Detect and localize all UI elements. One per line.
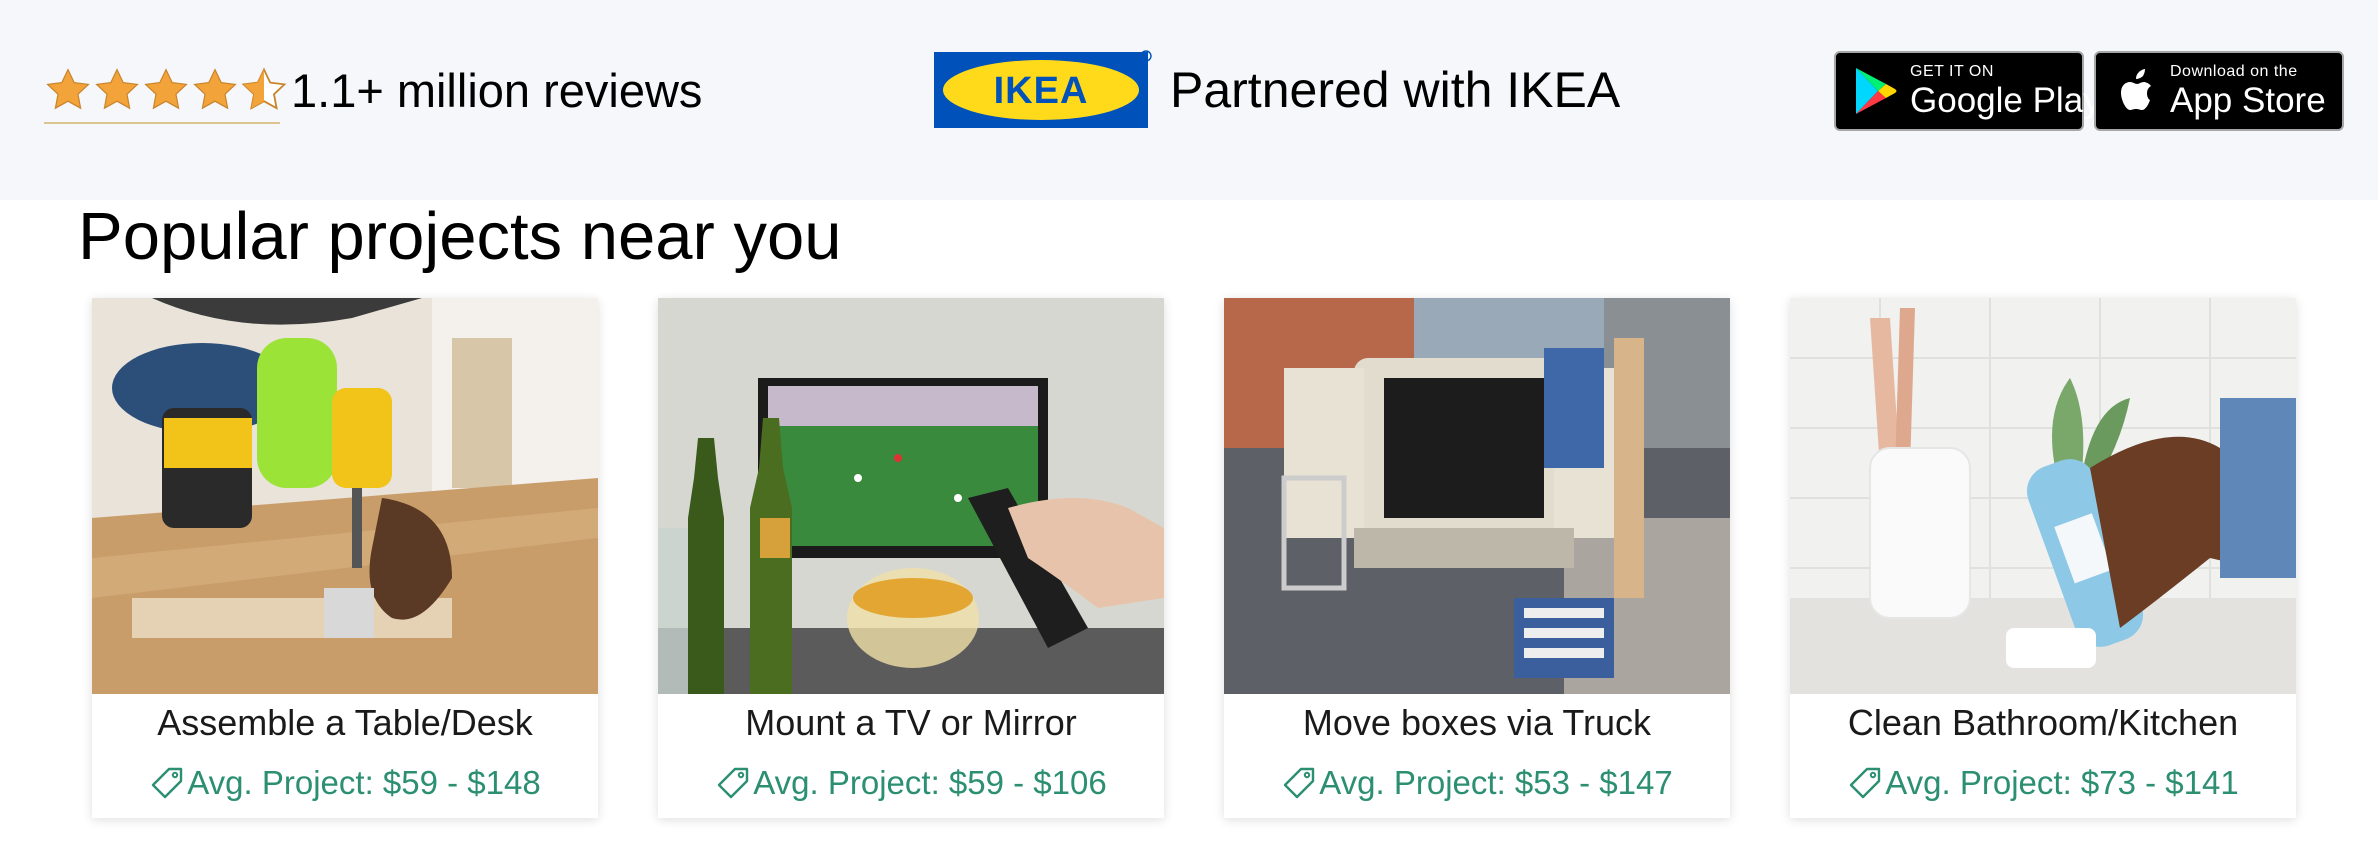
google-play-small-text: GET IT ON (1910, 63, 1994, 80)
project-price-text: Avg. Project: $73 - $141 (1885, 764, 2239, 801)
partner-text: Partnered with IKEA (1170, 62, 1621, 118)
project-price-text: Avg. Project: $53 - $147 (1319, 764, 1673, 801)
project-card-clean[interactable]: Clean Bathroom/Kitchen Avg. Project: $73… (1790, 298, 2296, 818)
project-title: Clean Bathroom/Kitchen (1847, 702, 2239, 743)
ikea-logo: IKEA R (934, 50, 1152, 128)
top-bar: 1.1+ million reviews IKEA R Partnered wi… (0, 0, 2378, 200)
star-icon (193, 68, 237, 110)
project-title: Move boxes via Truck (1302, 702, 1652, 743)
project-image-assemble (92, 298, 598, 694)
app-store-big-text: App Store (2170, 81, 2326, 120)
project-image-tv (658, 298, 1164, 694)
google-play-icon (1856, 68, 1897, 114)
project-price: Avg. Project: $59 - $148 (92, 764, 598, 802)
project-title: Mount a TV or Mirror (745, 702, 1077, 743)
project-card-tv[interactable]: Mount a TV or Mirror Avg. Project: $59 -… (658, 298, 1164, 818)
project-price: Avg. Project: $53 - $147 (1224, 764, 1730, 802)
star-icon (95, 68, 139, 110)
project-card-assemble[interactable]: Assemble a Table/Desk Avg. Project: $59 … (92, 298, 598, 818)
project-price-text: Avg. Project: $59 - $148 (187, 764, 541, 801)
app-store-small-text: Download on the (2170, 63, 2298, 80)
project-price-text: Avg. Project: $59 - $106 (753, 764, 1107, 801)
rating-text: 1.1+ million reviews (291, 63, 703, 117)
svg-text:R: R (1143, 54, 1148, 61)
star-rating (44, 66, 289, 124)
star-icon (46, 68, 90, 110)
half-star-icon (241, 67, 287, 110)
google-play-big-text: Google Play (1910, 81, 2101, 120)
price-tag-icon (1850, 767, 1881, 799)
project-title: Assemble a Table/Desk (157, 702, 533, 743)
project-image-truck (1224, 298, 1730, 694)
project-price: Avg. Project: $73 - $141 (1790, 764, 2296, 802)
section-title: Popular projects near you (78, 199, 842, 274)
app-store-button[interactable]: Download on the App Store (2094, 51, 2344, 131)
google-play-button[interactable]: GET IT ON Google Play (1834, 51, 2101, 131)
project-price: Avg. Project: $59 - $106 (658, 764, 1164, 802)
svg-text:IKEA: IKEA (994, 70, 1089, 112)
price-tag-icon (152, 767, 183, 799)
project-image-clean (1790, 298, 2296, 694)
star-icon (144, 68, 188, 110)
ikea-partner: IKEA R Partnered with IKEA (934, 50, 1620, 130)
rating-summary: 1.1+ million reviews (44, 60, 703, 124)
stars-underline (44, 122, 280, 124)
price-tag-icon (718, 767, 749, 799)
price-tag-icon (1284, 767, 1315, 799)
project-card-truck[interactable]: Move boxes via Truck Avg. Project: $53 -… (1224, 298, 1730, 818)
apple-icon (2121, 69, 2151, 110)
